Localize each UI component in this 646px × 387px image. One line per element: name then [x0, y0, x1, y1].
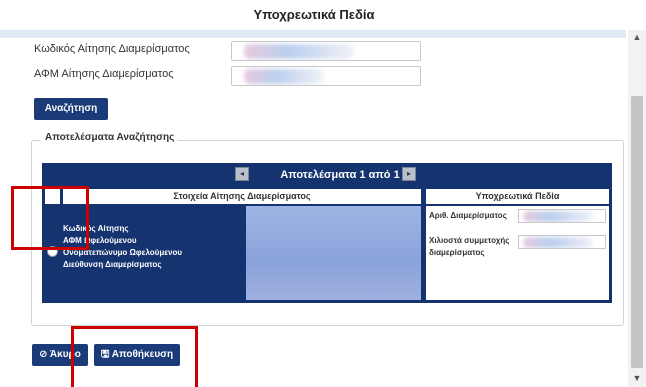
scroll-up-icon[interactable]: ▲	[631, 32, 643, 44]
results-legend: Αποτελέσματα Αναζήτησης	[41, 132, 179, 143]
pager-text: Αποτελέσματα 1 από 1	[280, 169, 400, 181]
row-label-afm: ΑΦΜ Ωφελούμενου	[63, 236, 137, 245]
scrollbar-thumb[interactable]	[631, 96, 643, 368]
pager-next-icon[interactable]: ▸	[402, 167, 416, 181]
row-label-application-code: Κωδικός Αίτησης	[63, 224, 129, 233]
page-title: Υποχρεωτικά Πεδία	[253, 7, 375, 22]
redacted-value	[523, 211, 593, 222]
thousandths-input[interactable]	[518, 235, 606, 249]
redacted-application-values	[246, 206, 421, 300]
row-label-address: Διεύθυνση Διαμερίσματος	[63, 260, 162, 269]
highlight-radio-annotation	[11, 186, 89, 250]
row-label-full-name: Ονοματεπώνυμο Ωφελούμενου	[63, 248, 183, 257]
afm-input[interactable]	[231, 66, 421, 86]
redacted-value	[244, 44, 354, 59]
application-code-input[interactable]	[231, 41, 421, 61]
field-label-afm: ΑΦΜ Αίτησης Διαμερίσματος	[34, 68, 174, 80]
top-band	[0, 30, 626, 38]
mandatory-label-thousandths: Χιλιοστά συμμετοχής διαμερίσματος	[429, 236, 510, 257]
redacted-value	[244, 69, 324, 84]
search-button[interactable]: Αναζήτηση	[34, 98, 108, 120]
application-details-cell: Κωδικός Αίτησης ΑΦΜ Ωφελούμενου Ονοματεπ…	[63, 206, 243, 300]
mandatory-label-apartment-number: Αριθ. Διαμερίσματος	[429, 211, 507, 220]
column-header-mandatory-fields: Υποχρεωτικά Πεδία	[426, 189, 609, 204]
pager-prev-icon[interactable]: ◂	[235, 167, 249, 181]
mandatory-fields-cell: Αριθ. Διαμερίσματος Χιλιοστά συμμετοχής …	[426, 206, 609, 300]
scroll-down-icon[interactable]: ▼	[631, 373, 643, 385]
field-label-application-code: Κωδικός Αίτησης Διαμερίσματος	[34, 43, 190, 55]
pager: ◂ Αποτελέσματα 1 από 1 ▸	[42, 163, 612, 187]
highlight-save-annotation	[71, 326, 198, 387]
column-header-application-details: Στοιχεία Αίτησης Διαμερίσματος	[63, 189, 421, 204]
apartment-number-input[interactable]	[518, 209, 606, 223]
results-grid: ◂ Αποτελέσματα 1 από 1 ▸ Στοιχεία Αίτηση…	[42, 163, 612, 303]
redacted-value	[523, 237, 593, 248]
